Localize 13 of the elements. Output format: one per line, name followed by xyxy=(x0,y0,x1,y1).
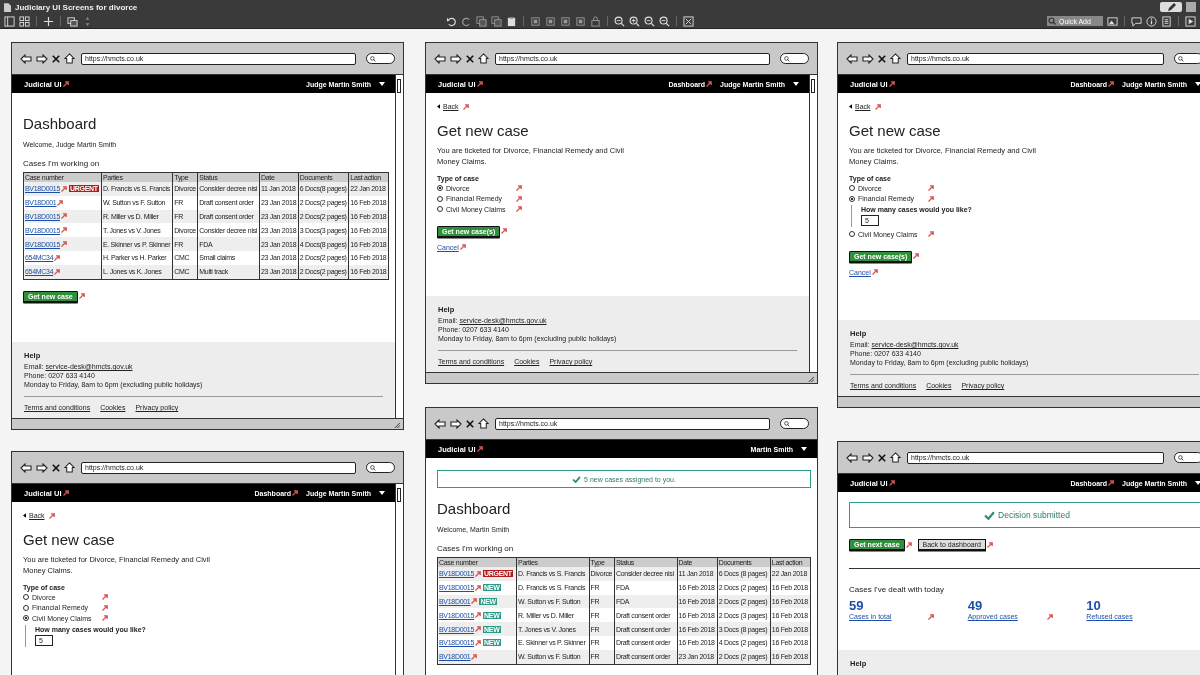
section-heading: Cases I'm working on xyxy=(23,159,101,168)
page-heading: Get new case xyxy=(437,122,530,139)
banner-text: Decision submitted xyxy=(998,510,1070,520)
section-heading: Cases I'm working on xyxy=(437,544,515,553)
section-heading: Cases I've dealt with today xyxy=(849,585,945,595)
page-heading: Get new case xyxy=(23,531,116,548)
page-heading: Get new case xyxy=(849,122,942,139)
window-title: Judiciary UI Screens for divorce xyxy=(15,2,138,12)
page-heading: Dashboard xyxy=(437,500,512,517)
stat-number: 59 xyxy=(849,598,865,614)
page-heading: Dashboard xyxy=(23,115,98,132)
stat-number: 10 xyxy=(1086,598,1102,614)
stat-number: 49 xyxy=(967,598,984,614)
